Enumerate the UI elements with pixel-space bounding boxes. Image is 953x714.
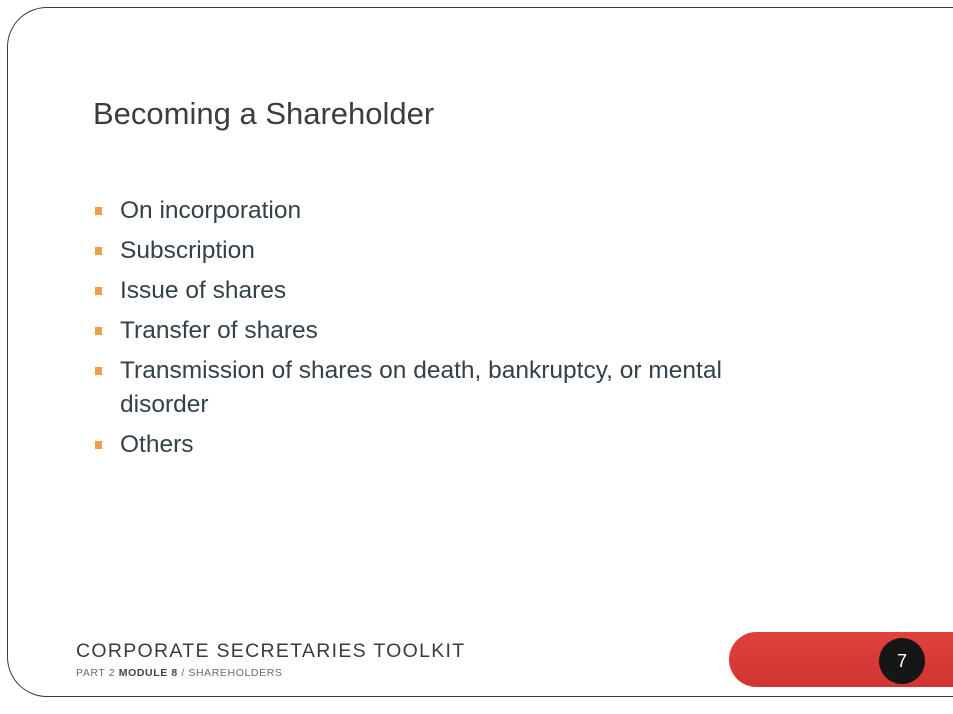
bullet-text: Others (120, 431, 194, 458)
section-label: / SHAREHOLDERS (181, 667, 283, 679)
bullet-item: Issue of shares (93, 274, 813, 308)
slide-title: Becoming a Shareholder (93, 96, 435, 131)
module-label: MODULE 8 (118, 667, 178, 679)
bullet-marker-icon (95, 327, 102, 335)
bullet-text: Transmission of shares on death, bankrup… (120, 357, 722, 418)
bullet-marker-icon (95, 207, 102, 215)
bullet-text: Issue of shares (120, 277, 287, 304)
bullet-text: On incorporation (120, 197, 302, 224)
page-number-badge: 7 (879, 638, 925, 684)
bullet-list: On incorporation Subscription Issue of s… (93, 194, 813, 468)
bullet-marker-icon (95, 247, 102, 255)
bullet-marker-icon (95, 367, 102, 375)
toolkit-logo: CORPORATE SECRETARIES TOOLKIT PART 2 MOD… (76, 640, 466, 679)
bullet-item: On incorporation (93, 194, 813, 228)
bullet-item: Others (93, 428, 813, 462)
bullet-item: Subscription (93, 234, 813, 268)
bullet-item: Transmission of shares on death, bankrup… (93, 354, 813, 422)
toolkit-title: CORPORATE SECRETARIES TOOLKIT (76, 640, 466, 662)
module-caption: PART 2 MODULE 8 / SHAREHOLDERS (76, 667, 466, 679)
bullet-item: Transfer of shares (93, 314, 813, 348)
part-label: PART 2 (76, 667, 116, 679)
bullet-marker-icon (95, 441, 102, 449)
bullet-text: Subscription (120, 237, 255, 264)
slide: Becoming a Shareholder On incorporation … (0, 0, 953, 714)
bullet-marker-icon (95, 287, 102, 295)
bullet-text: Transfer of shares (120, 317, 318, 344)
